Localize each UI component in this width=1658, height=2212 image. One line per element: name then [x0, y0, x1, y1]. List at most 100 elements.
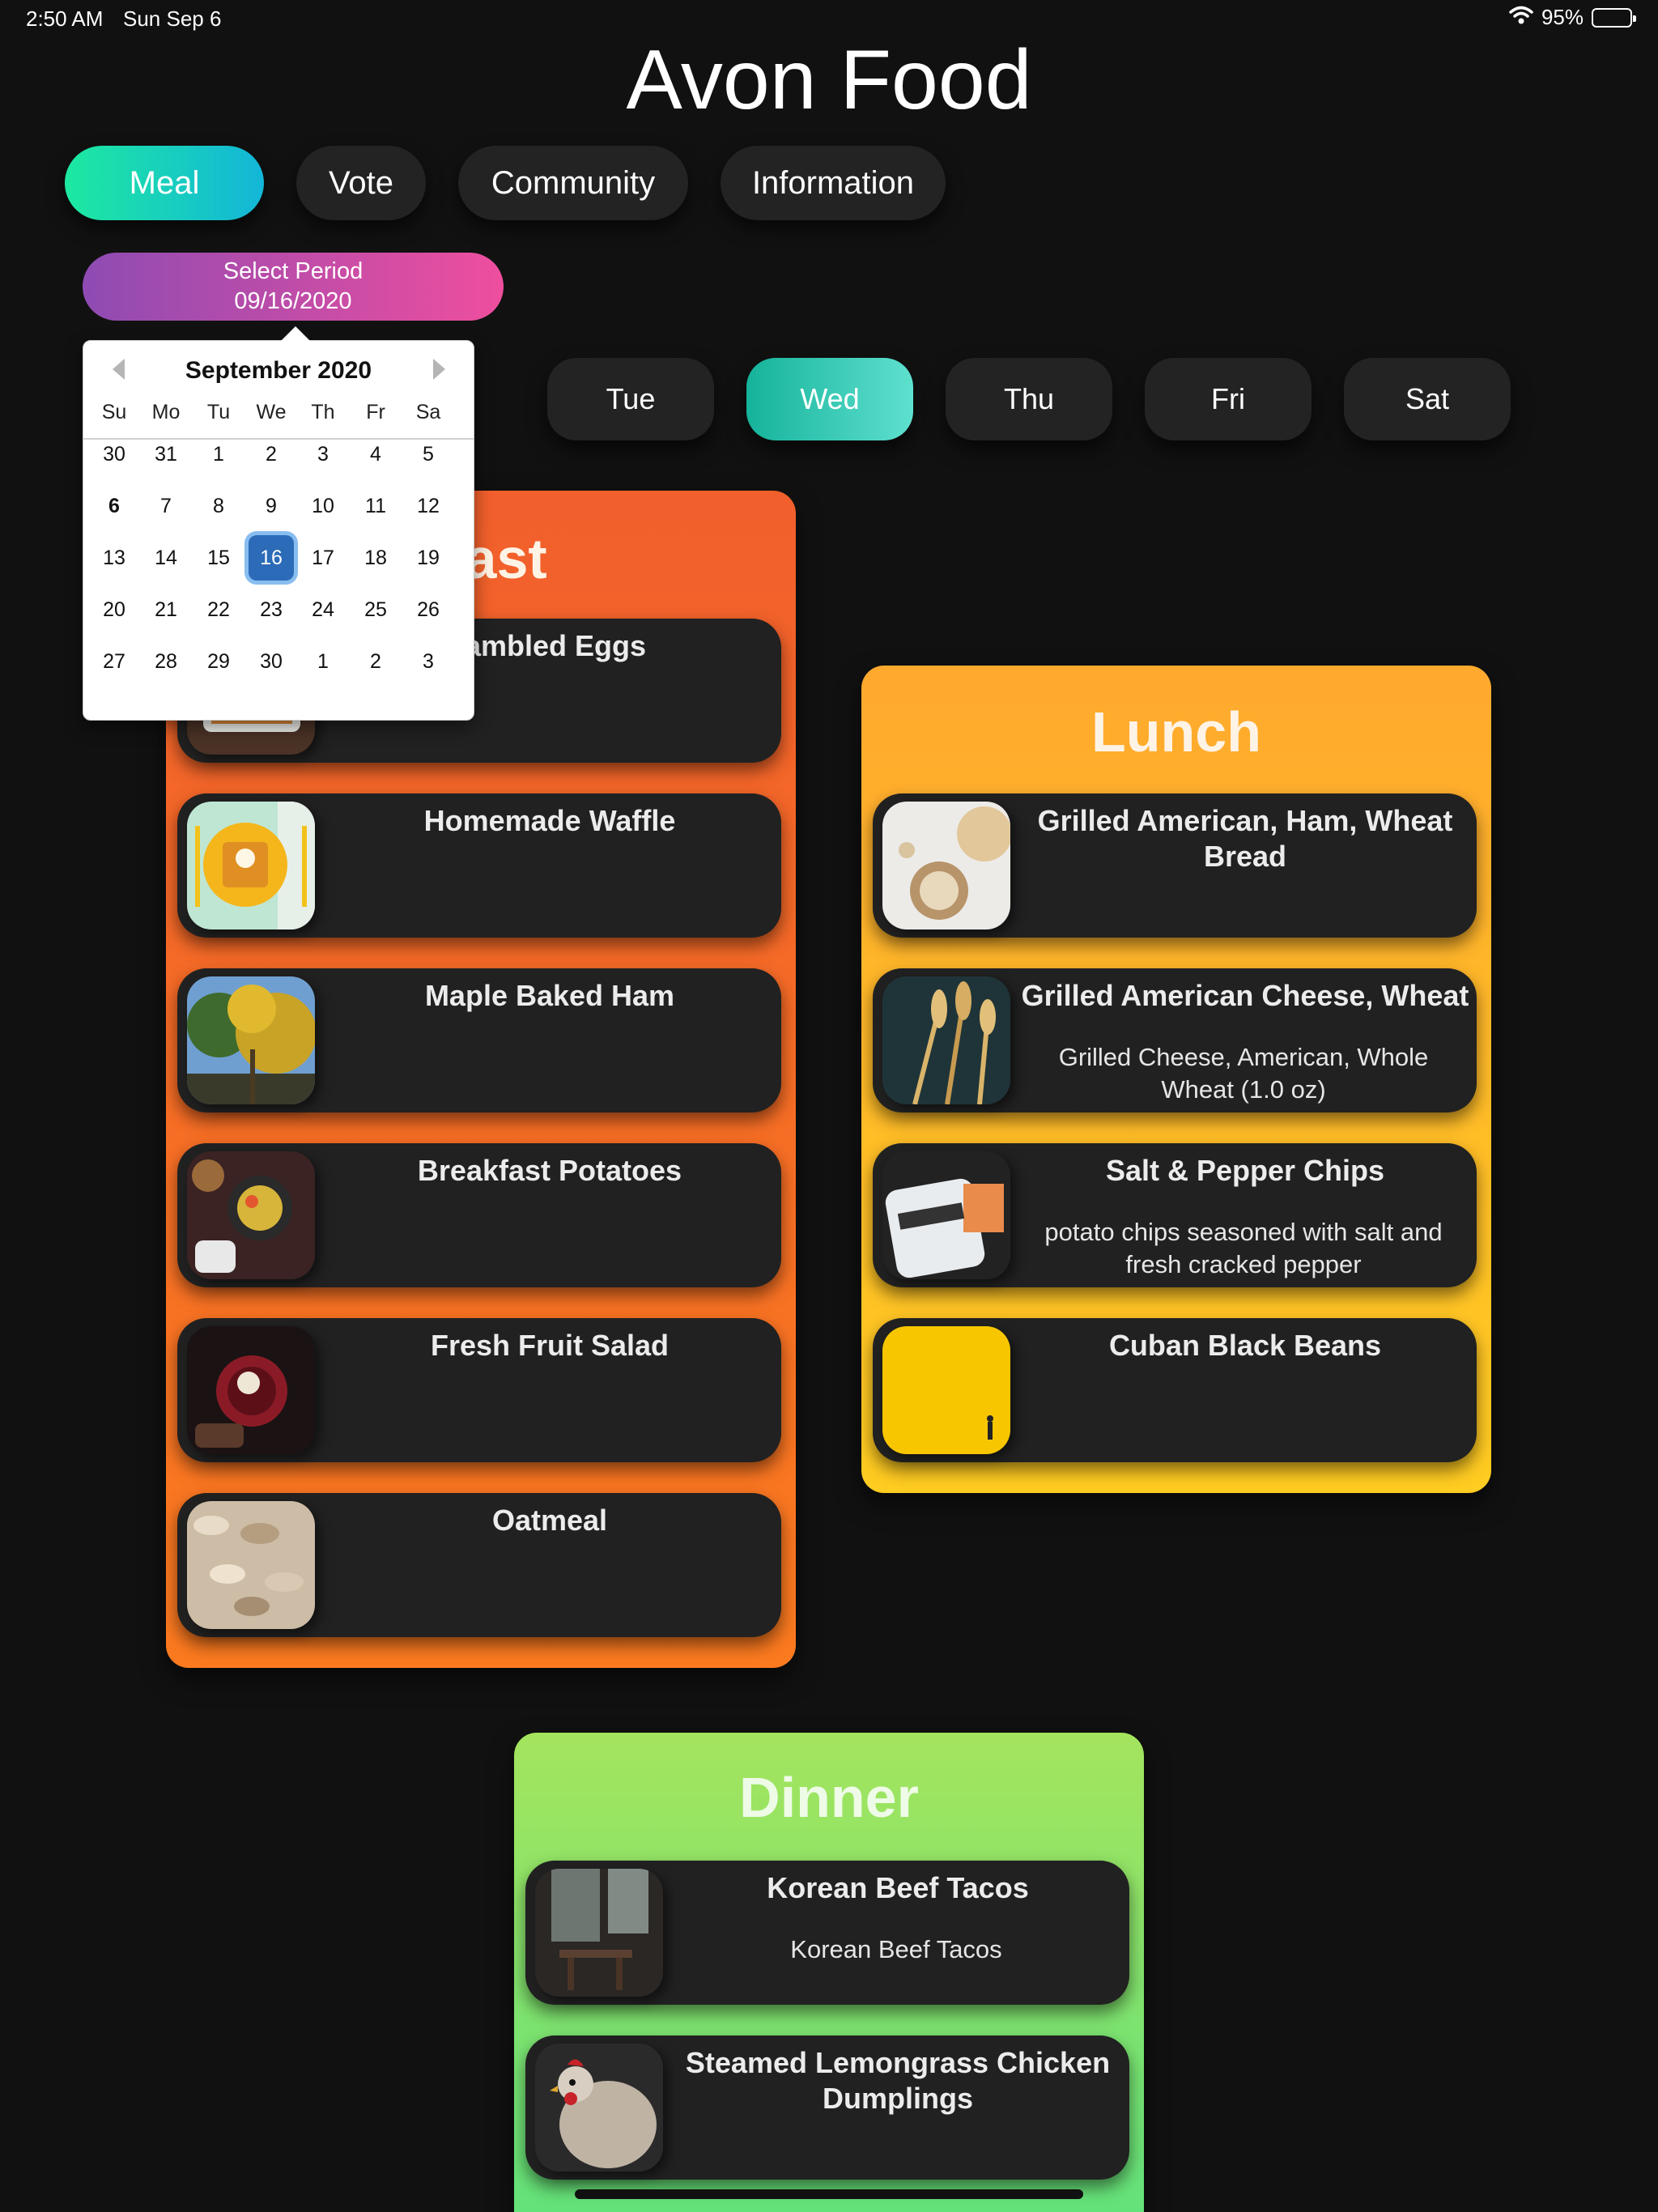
calendar-day[interactable]: 19 — [406, 535, 451, 581]
day-tab-fri[interactable]: Fri — [1145, 358, 1312, 440]
calendar-day[interactable]: 12 — [406, 483, 451, 529]
food-card-cuban-black-beans[interactable]: Cuban Black Beans — [873, 1318, 1477, 1462]
calendar-day[interactable]: 4 — [353, 432, 398, 477]
calendar-day[interactable]: 11 — [353, 483, 398, 529]
lunch-panel: Lunch Grilled American, Ham, Wheat Bread… — [861, 666, 1491, 1493]
status-time: 2:50 AM — [26, 6, 104, 31]
tab-vote[interactable]: Vote — [296, 146, 426, 220]
tab-community[interactable]: Community — [458, 146, 688, 220]
calendar-weekday: Sa — [415, 401, 441, 423]
calendar-day[interactable]: 1 — [300, 639, 346, 684]
calendar-day[interactable]: 14 — [143, 535, 189, 581]
day-tab-sat[interactable]: Sat — [1344, 358, 1511, 440]
tab-information[interactable]: Information — [721, 146, 946, 220]
food-image — [882, 1326, 1010, 1454]
calendar-day[interactable]: 7 — [143, 483, 189, 529]
food-image — [187, 1151, 315, 1279]
battery-percent: 95% — [1541, 5, 1584, 29]
day-tab-thu[interactable]: Thu — [946, 358, 1112, 440]
popover-arrow — [281, 326, 310, 341]
food-name: Maple Baked Ham — [424, 979, 675, 1012]
calendar-day[interactable]: 18 — [353, 535, 398, 581]
calendar-day[interactable]: 15 — [196, 535, 241, 581]
status-indicators: 95% — [1509, 5, 1636, 30]
calendar-day[interactable]: 29 — [196, 639, 241, 684]
food-image — [882, 802, 1010, 929]
calendar-day[interactable]: 24 — [300, 587, 346, 632]
calendar-day[interactable]: 30 — [249, 639, 294, 684]
food-card-breakfast-potatoes[interactable]: Breakfast Potatoes — [177, 1143, 781, 1287]
food-card-steamed-lemongrass-dumplings[interactable]: Steamed Lemongrass Chicken Dumplings — [525, 2035, 1129, 2180]
food-name: Oatmeal — [491, 1504, 608, 1537]
calendar-day[interactable]: 5 — [406, 432, 451, 477]
day-tab-tue[interactable]: Tue — [547, 358, 714, 440]
calendar-day[interactable]: 21 — [143, 587, 189, 632]
food-image — [882, 976, 1010, 1104]
food-card-salt-pepper-chips[interactable]: Salt & Pepper Chips potato chips seasone… — [873, 1143, 1477, 1287]
food-image — [187, 802, 315, 929]
calendar-day[interactable]: 23 — [249, 587, 294, 632]
food-name: Salt & Pepper Chips — [1105, 1154, 1385, 1187]
calendar-day[interactable]: 28 — [143, 639, 189, 684]
food-name: Grilled American, Ham, Wheat Bread — [1037, 804, 1453, 873]
food-image — [187, 1326, 315, 1454]
calendar-day[interactable]: 13 — [91, 535, 137, 581]
food-description: Korean Beef Tacos — [790, 1935, 1002, 1963]
dinner-panel: Dinner Korean Beef Tacos Korean Beef Tac… — [514, 1733, 1144, 2212]
calendar-day[interactable]: 26 — [406, 587, 451, 632]
calendar-day[interactable]: 10 — [300, 483, 346, 529]
calendar-weekday: Mo — [151, 401, 181, 423]
food-image — [882, 1151, 1010, 1279]
period-value: 09/16/2020 — [234, 288, 352, 314]
calendar-day[interactable]: 8 — [196, 483, 241, 529]
calendar-day[interactable]: 30 — [91, 432, 137, 477]
calendar-day[interactable]: 27 — [91, 639, 137, 684]
app-title: Avon Food — [626, 33, 1032, 127]
calendar-day[interactable]: 17 — [300, 535, 346, 581]
calendar-day[interactable]: 9 — [249, 483, 294, 529]
calendar-day[interactable]: 16 — [249, 535, 294, 581]
food-name: Korean Beef Tacos — [767, 1871, 1029, 1904]
status-date: Sun Sep 6 — [123, 6, 222, 31]
food-image — [187, 1501, 315, 1629]
food-card-oatmeal[interactable]: Oatmeal — [177, 1493, 781, 1637]
chevron-right-icon[interactable] — [433, 359, 445, 380]
calendar-day[interactable]: 31 — [143, 432, 189, 477]
calendar-day[interactable]: 25 — [353, 587, 398, 632]
select-period-button[interactable]: Select Period 09/16/2020 — [83, 253, 504, 321]
food-card-grilled-american-ham[interactable]: Grilled American, Ham, Wheat Bread — [873, 793, 1477, 938]
calendar-month-label: September 2020 — [185, 357, 372, 384]
food-name: Breakfast Potatoes — [417, 1154, 682, 1187]
calendar-day[interactable]: 2 — [249, 432, 294, 477]
day-tab-wed[interactable]: Wed — [746, 358, 913, 440]
food-card-homemade-waffle[interactable]: Homemade Waffle — [177, 793, 781, 938]
calendar-weekday: Fr — [366, 401, 385, 423]
battery-icon — [1592, 7, 1636, 28]
food-card-maple-baked-ham[interactable]: Maple Baked Ham — [177, 968, 781, 1112]
date-picker-popover: September 2020 Su Mo Tu We Th Fr Sa 30 31 1 2 3 4 5 6… — [83, 326, 474, 721]
food-description: potato chips seasoned with salt and fres… — [1044, 1218, 1443, 1278]
food-card-fresh-fruit-salad[interactable]: Fresh Fruit Salad — [177, 1318, 781, 1462]
home-indicator — [575, 2189, 1083, 2199]
food-name: Homemade Waffle — [423, 804, 676, 837]
calendar-day[interactable]: 3 — [300, 432, 346, 477]
calendar-day[interactable]: 2 — [353, 639, 398, 684]
calendar-weekday: Su — [101, 401, 127, 423]
food-card-grilled-american-cheese[interactable]: Grilled American Cheese, Wheat Grilled C… — [873, 968, 1477, 1112]
food-description: Grilled Cheese, American, Whole Wheat (1… — [1058, 1043, 1429, 1104]
tab-meal[interactable]: Meal — [65, 146, 264, 220]
period-label: Select Period — [223, 258, 363, 284]
food-name: Fresh Fruit Salad — [430, 1329, 670, 1362]
food-card-korean-beef-tacos[interactable]: Korean Beef Tacos Korean Beef Tacos — [525, 1861, 1129, 2005]
calendar-weekday: Tu — [206, 401, 231, 423]
calendar-day[interactable]: 3 — [406, 639, 451, 684]
food-name: Cuban Black Beans — [1108, 1329, 1382, 1362]
food-name: Grilled American Cheese, Wheat — [1021, 979, 1469, 1012]
calendar-day[interactable]: 1 — [196, 432, 241, 477]
calendar-day[interactable]: 22 — [196, 587, 241, 632]
wifi-icon — [1509, 5, 1533, 30]
dinner-title: Dinner — [739, 1766, 919, 1829]
lunch-title: Lunch — [1091, 700, 1261, 764]
calendar-day[interactable]: 20 — [91, 587, 137, 632]
calendar-day[interactable]: 6 — [91, 483, 137, 529]
